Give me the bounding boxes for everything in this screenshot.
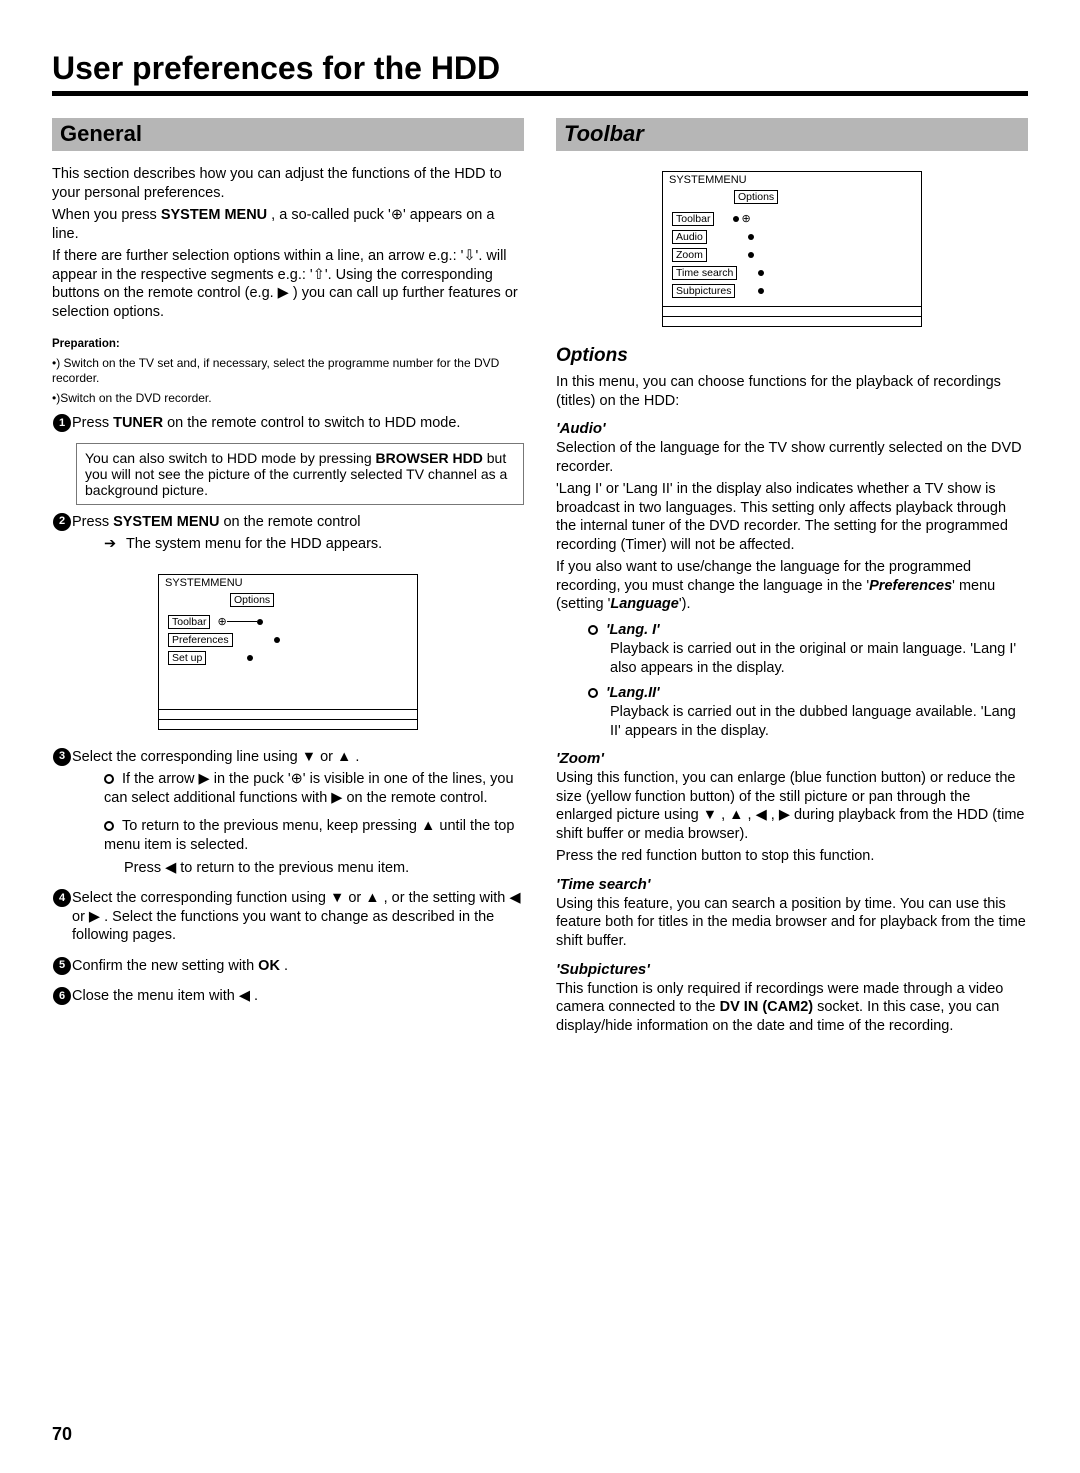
step-6: 6 Close the menu item with ◀ . [52,987,524,1010]
step-badge-5: 5 [53,957,71,975]
step-1: 1 Press TUNER on the remote control to s… [52,414,524,437]
audio-heading: 'Audio' [556,420,1028,437]
page-title: User preferences for the HDD [52,50,1028,87]
right-column: Toolbar SYSTEMMENU Options Toolbar⊕ Audi… [556,118,1028,1039]
page-number: 70 [52,1424,72,1445]
subpictures-heading: 'Subpictures' [556,961,1028,978]
step-4: 4 Select the corresponding function usin… [52,889,524,949]
zoom-heading: 'Zoom' [556,750,1028,767]
lang1-label: 'Lang. I' [606,622,660,638]
step-badge-4: 4 [53,889,71,907]
step-2: 2 Press SYSTEM MENU on the remote contro… [52,513,524,558]
manual-page: User preferences for the HDD General Thi… [0,0,1080,1473]
hollow-bullet-icon [104,774,114,784]
lang2-label: 'Lang.II' [606,685,660,701]
intro-3: If there are further selection options w… [52,247,524,321]
step-badge-2: 2 [53,513,71,531]
puck-icon: ⊕ [741,213,750,225]
section-toolbar-head: Toolbar [556,118,1028,151]
step-badge-6: 6 [53,987,71,1005]
step-badge-3: 3 [53,748,71,766]
left-column: General This section describes how you c… [52,118,524,1039]
step-badge-1: 1 [53,414,71,432]
systemmenu-diagram-left: SYSTEMMENU Options Toolbar⊕ Preferences … [158,574,418,730]
hollow-bullet-icon [588,625,598,635]
systemmenu-diagram-right: SYSTEMMENU Options Toolbar⊕ Audio Zoom T… [662,171,922,327]
preparation-label: Preparation: [52,337,524,352]
arrow-icon: ➔ [104,536,116,552]
options-heading: Options [556,345,1028,367]
section-general-head: General [52,118,524,151]
content-columns: General This section describes how you c… [52,118,1028,1039]
preparation-2: •)Switch on the DVD recorder. [52,391,524,406]
page-title-bar: User preferences for the HDD [52,50,1028,96]
puck-icon: ⊕ [391,207,403,223]
step-5: 5 Confirm the new setting with OK . [52,957,524,980]
step-3: 3 Select the corresponding line using ▼ … [52,748,524,881]
hdd-mode-note: You can also switch to HDD mode by press… [76,443,524,505]
preparation-1: •) Switch on the TV set and, if necessar… [52,356,524,387]
timesearch-heading: 'Time search' [556,876,1028,893]
intro-1: This section describes how you can adjus… [52,165,524,202]
intro-2: When you press SYSTEM MENU , a so-called… [52,206,524,243]
options-intro: In this menu, you can choose functions f… [556,373,1028,410]
hollow-bullet-icon [104,821,114,831]
hollow-bullet-icon [588,688,598,698]
puck-icon: ⊕ [217,616,226,628]
